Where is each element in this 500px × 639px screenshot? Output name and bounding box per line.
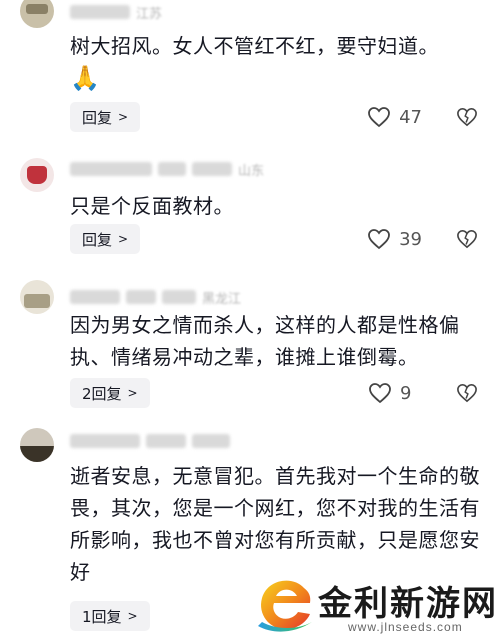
- broken-heart-icon: [457, 383, 477, 403]
- avatar[interactable]: [20, 0, 54, 28]
- comment-meta: 江苏: [70, 3, 163, 22]
- heart-outline-icon: [368, 107, 390, 128]
- comment-meta: 黑龙江: [70, 288, 242, 307]
- reply-button[interactable]: 回复 >: [70, 224, 141, 254]
- like-count: 47: [399, 106, 422, 128]
- dislike-button[interactable]: [456, 378, 478, 408]
- reply-button[interactable]: 2回复 >: [70, 378, 150, 408]
- praying-hands-emoji: 🙏: [70, 64, 100, 92]
- comment-meta: 山东: [70, 160, 265, 179]
- avatar[interactable]: [20, 280, 54, 314]
- dislike-button[interactable]: [456, 224, 478, 254]
- comment-meta: [70, 432, 230, 450]
- chevron-right-icon: >: [127, 386, 138, 400]
- location-label: 山东: [238, 163, 265, 179]
- like-count: 9: [400, 382, 412, 404]
- heart-outline-icon: [369, 383, 391, 404]
- like-count: 39: [399, 228, 422, 250]
- avatar[interactable]: [20, 428, 54, 462]
- comment-text: 逝者安息，无意冒犯。首先我对一个生命的敬畏，其次，您是一个网红，您不对我的生活有…: [70, 464, 480, 584]
- watermark-title: 金利新游网: [318, 584, 498, 624]
- chevron-right-icon: >: [118, 232, 129, 246]
- reply-label: 1回复: [82, 607, 122, 626]
- reply-label: 回复: [82, 108, 113, 127]
- broken-heart-icon: [457, 229, 477, 249]
- like-button[interactable]: 39: [367, 224, 422, 254]
- comment-text: 只是个反面教材。: [70, 194, 234, 218]
- watermark-url: www.jlnseeds.com: [348, 620, 463, 634]
- site-watermark: 金利新游网 www.jlnseeds.com: [252, 574, 500, 639]
- chevron-right-icon: >: [127, 609, 138, 623]
- reply-label: 回复: [82, 230, 113, 249]
- avatar[interactable]: [20, 158, 54, 192]
- broken-heart-icon: [457, 107, 477, 127]
- comment-text: 树大招风。女人不管红不红，要守妇道。: [70, 34, 439, 58]
- reply-button[interactable]: 回复 >: [70, 102, 141, 132]
- site-logo-icon: [258, 580, 312, 632]
- comment-text: 因为男女之情而杀人，这样的人都是性格偏执、情绪易冲动之辈，谁摊上谁倒霉。: [70, 313, 460, 369]
- reply-button[interactable]: 1回复 >: [70, 601, 150, 631]
- location-label: 江苏: [136, 6, 163, 22]
- chevron-right-icon: >: [118, 110, 129, 124]
- location-label: 黑龙江: [202, 291, 242, 307]
- like-button[interactable]: 47: [367, 102, 422, 132]
- heart-outline-icon: [368, 229, 390, 250]
- dislike-button[interactable]: [456, 102, 478, 132]
- reply-label: 2回复: [82, 384, 122, 403]
- like-button[interactable]: 9: [368, 378, 422, 408]
